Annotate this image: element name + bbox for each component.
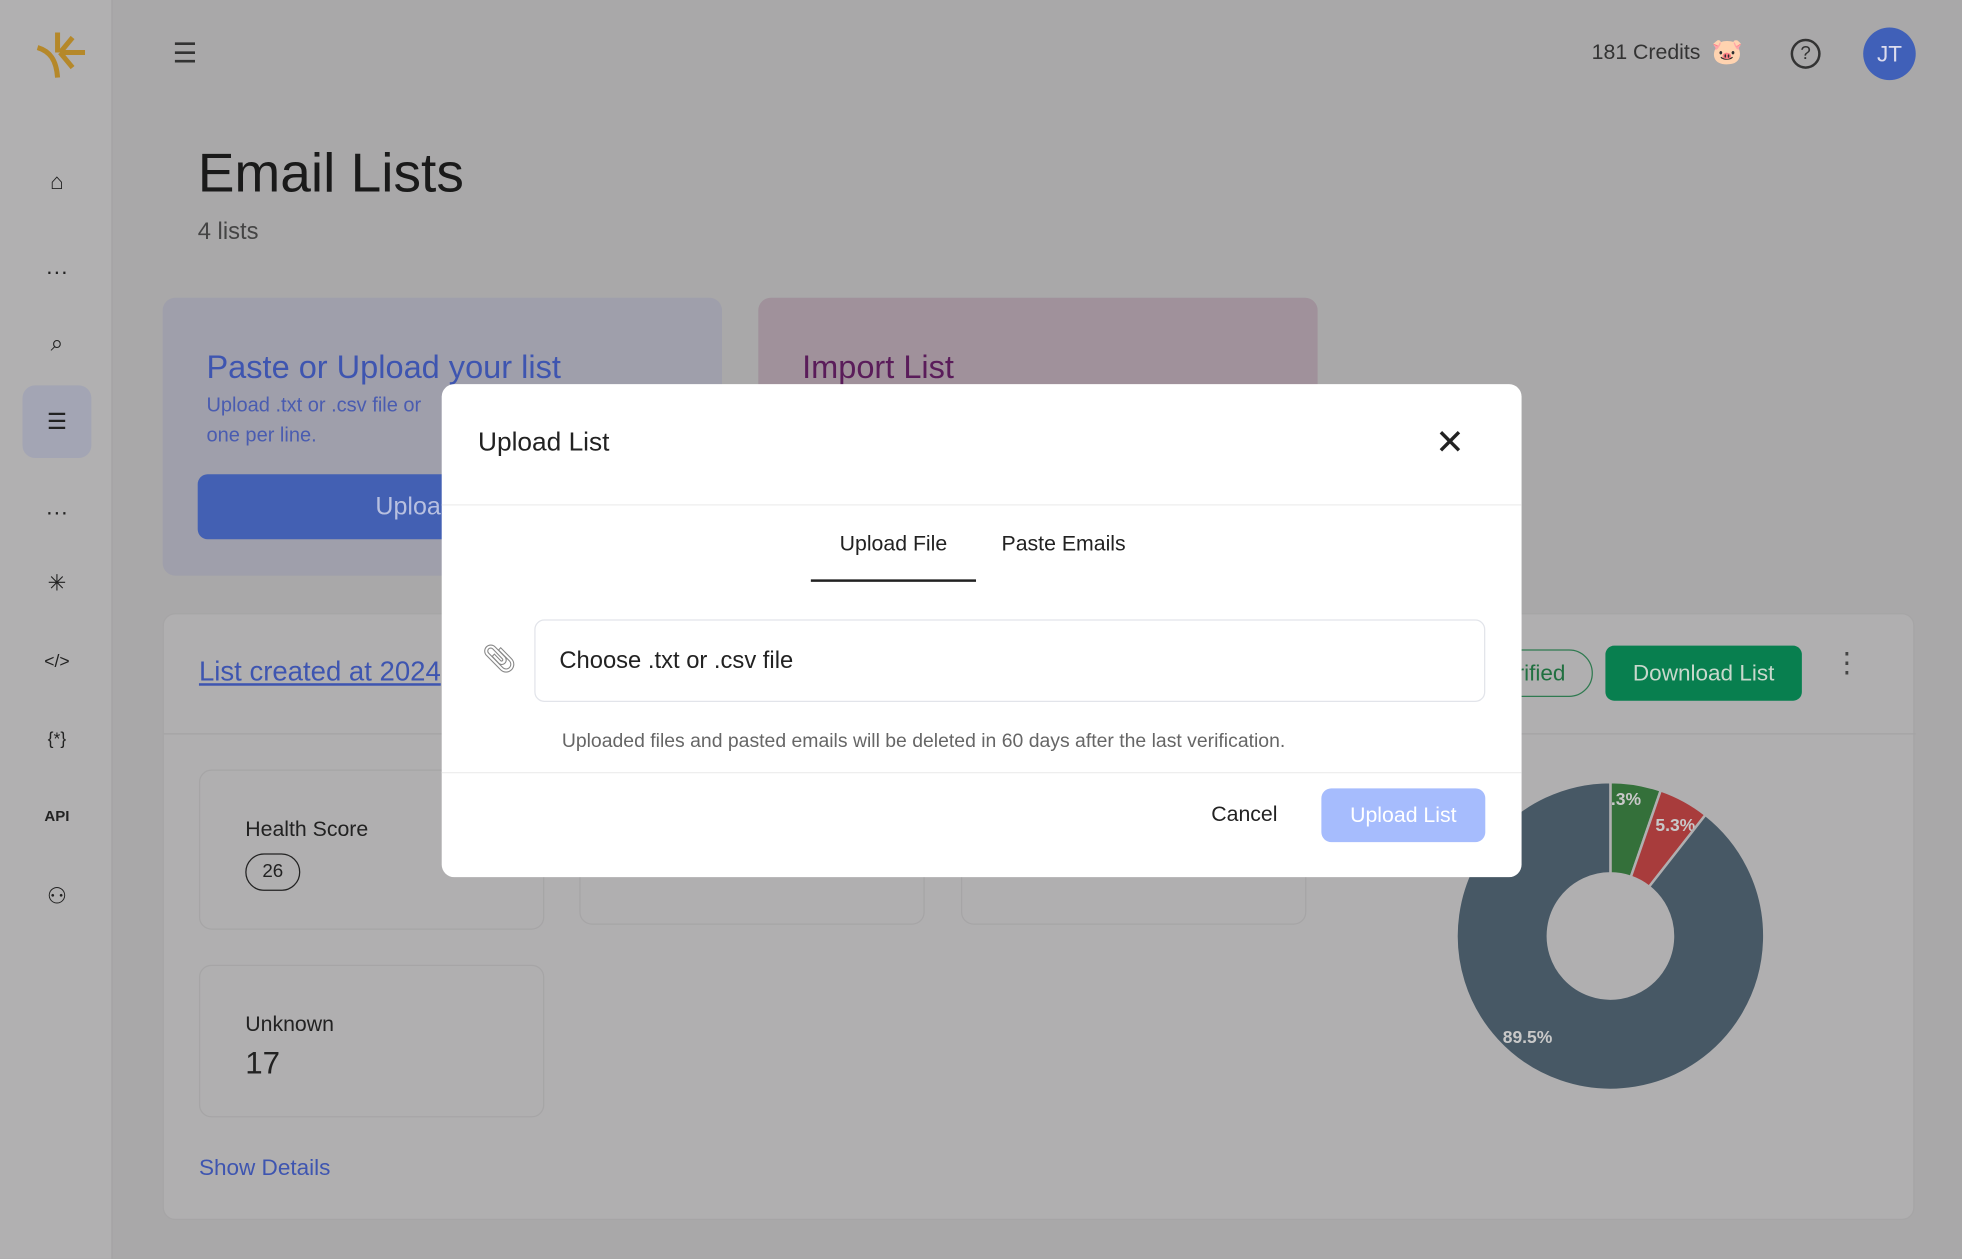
divider [441, 504, 1522, 506]
list-title-link[interactable]: List created at 2024 [199, 656, 441, 689]
donut-label: 5.3% [1655, 815, 1695, 835]
upload-list-button[interactable]: Upload List [1321, 788, 1486, 843]
paste-card-desc: Upload .txt or .csv file or [206, 395, 422, 417]
paste-card-title: Paste or Upload your list [206, 347, 561, 386]
sidebar: ⌂ ··· ⌕ ☰ ··· ✳ </> {*} API ⚇ [0, 0, 113, 1259]
unknown-card: Unknown 17 [198, 964, 545, 1118]
file-input[interactable]: Choose .txt or .csv file [534, 619, 1486, 702]
close-icon[interactable]: ✕ [1435, 422, 1464, 463]
avatar[interactable]: JT [1863, 27, 1916, 81]
webhook-icon[interactable]: ⚇ [23, 871, 92, 921]
tab-paste-emails[interactable]: Paste Emails [985, 532, 1143, 557]
upload-list-modal: Upload List ✕ Upload File Paste Emails 📎… [441, 384, 1522, 878]
help-icon[interactable]: ? [1790, 38, 1821, 69]
paste-card-desc-2: one per line. [206, 425, 317, 447]
modal-title: Upload List [477, 427, 610, 457]
list-count: 4 lists [197, 218, 259, 246]
lists-icon[interactable]: ☰ [22, 385, 92, 458]
health-score-label: Health Score [245, 817, 369, 841]
home-icon[interactable]: ⌂ [23, 156, 92, 206]
page-title: Email Lists [197, 142, 464, 204]
tab-upload-file[interactable]: Upload File [810, 532, 977, 582]
unknown-label: Unknown [245, 1012, 334, 1037]
retention-note: Uploaded files and pasted emails will be… [561, 730, 1286, 753]
search-check-icon[interactable]: ⌕ [23, 318, 92, 368]
show-details-link[interactable]: Show Details [199, 1155, 330, 1181]
piggy-bank-icon: 🐷 [1711, 38, 1743, 67]
cancel-button[interactable]: Cancel [1211, 802, 1277, 827]
download-list-button[interactable]: Download List [1605, 645, 1802, 701]
sparkle-icon[interactable]: ✳ [23, 558, 92, 608]
more-vertical-icon[interactable]: ⋮ [1833, 649, 1861, 677]
more-icon[interactable]: ··· [23, 247, 92, 297]
unknown-value: 17 [245, 1046, 281, 1082]
logo-icon [36, 32, 86, 78]
import-card-title: Import List [802, 347, 954, 386]
menu-icon[interactable]: ☰ [173, 38, 198, 71]
donut-label: 89.5% [1503, 1027, 1553, 1047]
more-icon[interactable]: ··· [23, 487, 92, 537]
regex-icon[interactable]: {*} [23, 713, 92, 763]
paperclip-icon: 📎︎ [481, 643, 517, 675]
health-score-value: 26 [245, 853, 301, 891]
credits[interactable]: 181 Credits [1592, 40, 1701, 65]
code-icon[interactable]: </> [23, 636, 92, 686]
divider [441, 772, 1522, 774]
api-icon[interactable]: API [23, 791, 92, 841]
